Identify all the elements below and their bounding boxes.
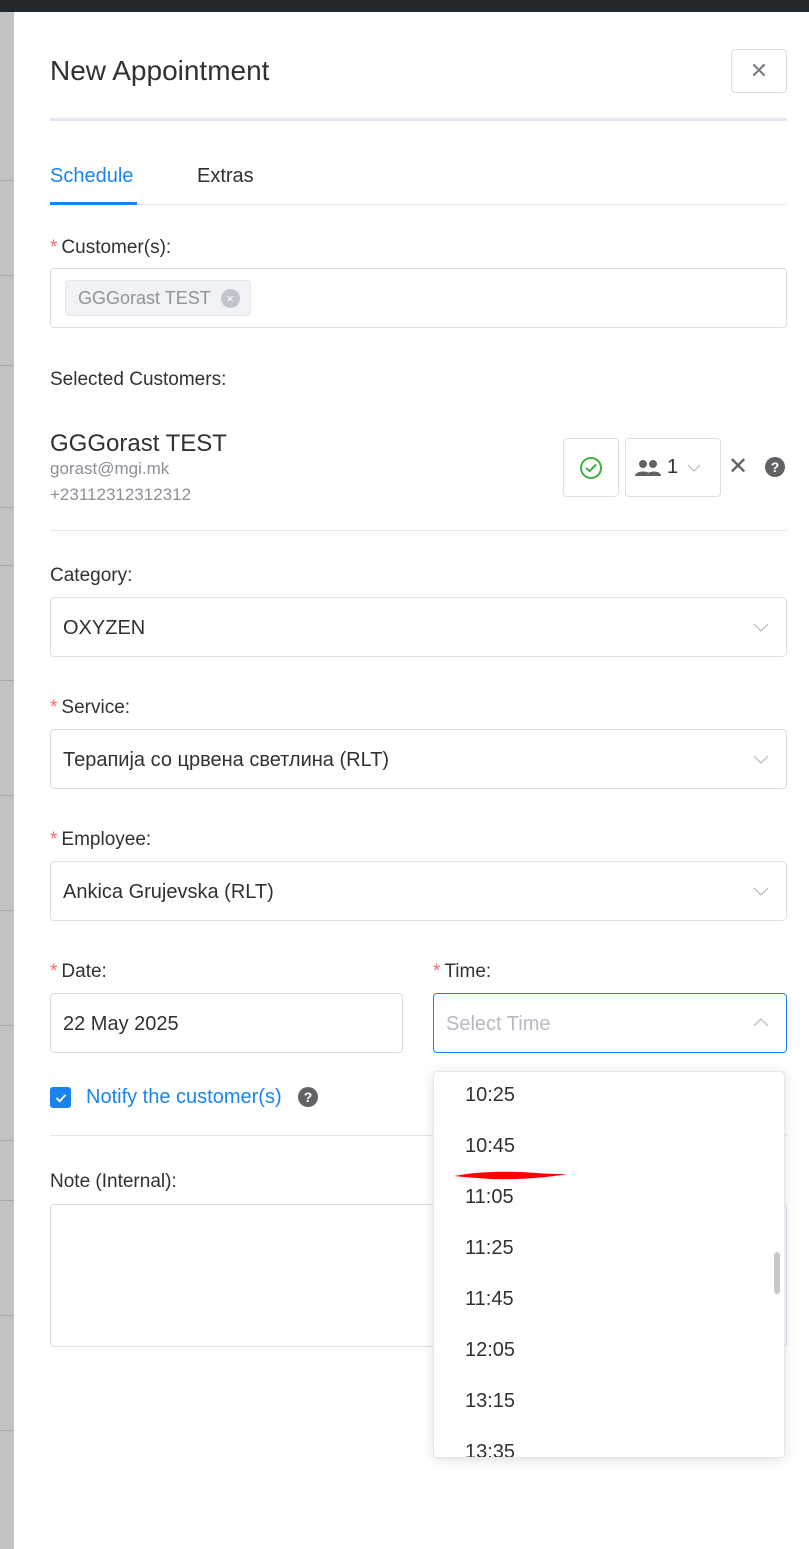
chevron-down-icon — [687, 463, 701, 472]
time-select[interactable]: Select Time — [433, 993, 787, 1053]
help-icon[interactable]: ? — [765, 457, 785, 477]
chevron-down-icon — [753, 887, 769, 897]
persons-count: 1 — [667, 456, 679, 478]
time-option[interactable]: 11:45 — [465, 1286, 514, 1312]
time-option[interactable]: 10:25 — [465, 1082, 515, 1108]
tag-remove-icon[interactable]: × — [220, 288, 240, 308]
time-option[interactable]: 12:05 — [465, 1337, 515, 1363]
notify-checkbox[interactable] — [50, 1087, 71, 1108]
employee-value: Ankica Grujevska (RLT) — [63, 881, 274, 903]
category-select[interactable]: OXYZEN — [50, 597, 787, 657]
time-option[interactable]: 11:25 — [465, 1235, 514, 1261]
booking-status-button[interactable] — [563, 438, 619, 497]
date-value: 22 May 2025 — [63, 1013, 179, 1035]
time-option[interactable]: 11:05 — [465, 1184, 514, 1210]
tab-extras[interactable]: Extras — [197, 162, 254, 190]
help-icon[interactable]: ? — [298, 1087, 318, 1107]
required-mark: * — [50, 829, 58, 850]
time-option[interactable]: 13:35 — [465, 1439, 515, 1457]
chevron-down-icon — [753, 623, 769, 633]
chevron-up-icon — [753, 1017, 769, 1027]
customers-label: * Customer(s): — [50, 236, 171, 260]
section-divider — [50, 530, 787, 531]
customer-email: gorast@mgi.mk — [50, 459, 170, 478]
new-appointment-dialog: New Appointment ✕ Schedule Extras * Custo… — [14, 12, 809, 1549]
employee-label: * Employee: — [50, 828, 151, 852]
people-icon — [635, 459, 661, 476]
employee-label-text: Employee: — [61, 829, 152, 850]
service-label-text: Service: — [61, 697, 131, 718]
checkmark-icon — [55, 1093, 66, 1102]
close-dialog-button[interactable]: ✕ — [731, 49, 787, 93]
active-tab-indicator — [50, 202, 137, 205]
date-label: * Date: — [50, 960, 107, 984]
customers-label-text: Customer(s): — [61, 237, 172, 258]
check-circle-icon — [580, 456, 602, 479]
service-value: Терапија со црвена светлина (RLT) — [63, 749, 390, 771]
time-dropdown: 10:25 10:45 11:05 11:25 11:45 12:05 13:1… — [433, 1071, 785, 1458]
selected-customers-label: Selected Customers: — [50, 369, 227, 390]
dialog-title: New Appointment — [50, 55, 270, 86]
customer-tag-label: GGGorast TEST — [78, 287, 211, 308]
required-mark: * — [50, 237, 58, 258]
page-backdrop — [0, 12, 14, 1549]
red-annotation-mark — [454, 1171, 567, 1180]
customer-phone: +23112312312312 — [50, 485, 192, 504]
dropdown-scrollbar[interactable] — [774, 1252, 780, 1294]
notify-label[interactable]: Notify the customer(s) — [86, 1084, 282, 1110]
persons-count-select[interactable]: 1 — [625, 438, 721, 497]
date-picker[interactable]: 22 May 2025 — [50, 993, 403, 1053]
customers-select[interactable]: GGGorast TEST × — [50, 268, 787, 328]
time-label: * Time: — [433, 960, 491, 984]
time-label-text: Time: — [444, 961, 492, 982]
note-label: Note (Internal): — [50, 1171, 177, 1192]
time-option[interactable]: 13:15 — [465, 1388, 515, 1414]
chevron-down-icon — [753, 755, 769, 765]
tab-bar: Schedule Extras — [50, 162, 787, 205]
required-mark: * — [50, 961, 58, 982]
time-placeholder: Select Time — [446, 1013, 551, 1035]
customer-name: GGGorast TEST — [50, 430, 227, 457]
date-label-text: Date: — [61, 961, 107, 982]
title-divider — [50, 118, 787, 121]
tab-schedule[interactable]: Schedule — [50, 162, 133, 190]
service-select[interactable]: Терапија со црвена светлина (RLT) — [50, 729, 787, 789]
admin-top-bar — [0, 0, 809, 12]
required-mark: * — [50, 697, 58, 718]
service-label: * Service: — [50, 696, 130, 720]
category-value: OXYZEN — [63, 617, 146, 639]
remove-customer-icon[interactable]: ✕ — [726, 455, 750, 479]
time-option[interactable]: 10:45 — [465, 1133, 515, 1159]
category-label: Category: — [50, 565, 133, 586]
close-icon: ✕ — [749, 58, 769, 83]
employee-select[interactable]: Ankica Grujevska (RLT) — [50, 861, 787, 921]
required-mark: * — [433, 961, 441, 982]
customer-tag: GGGorast TEST × — [65, 280, 251, 316]
